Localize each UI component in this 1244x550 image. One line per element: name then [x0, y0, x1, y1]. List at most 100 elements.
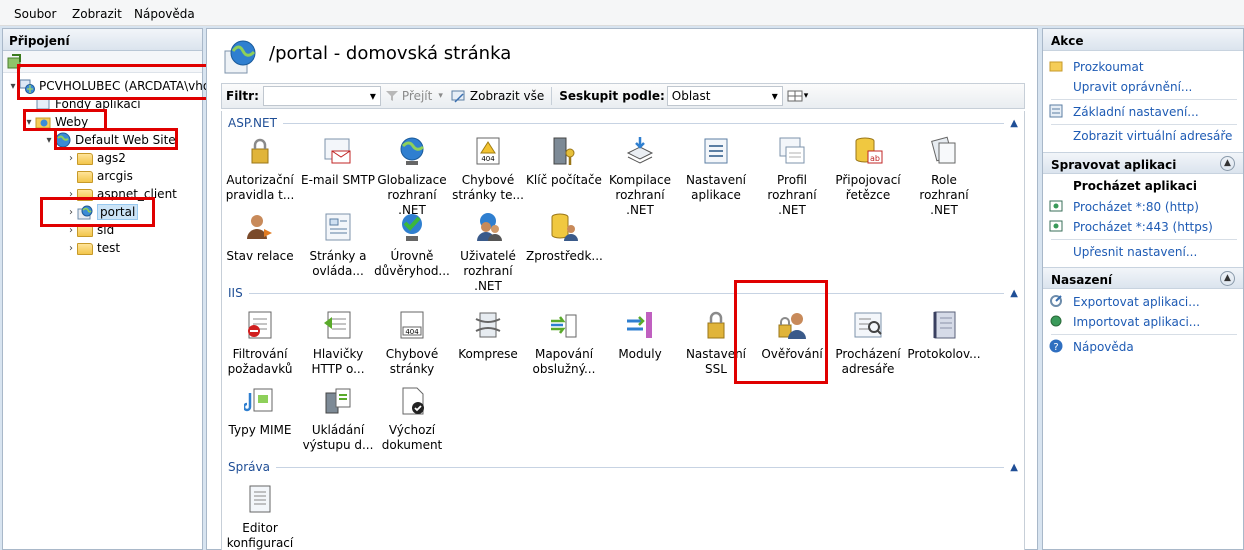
- collapse-icon[interactable]: ▾: [43, 135, 55, 146]
- section-aspnet[interactable]: ASP.NET ▲: [228, 115, 1018, 131]
- site-home-icon: [224, 40, 256, 74]
- tree-default-site[interactable]: ▾ Default Web Site: [43, 131, 176, 149]
- section-iis[interactable]: IIS ▲: [228, 285, 1018, 301]
- action-edit-permissions[interactable]: Upravit oprávnění...: [1073, 80, 1192, 94]
- expand-icon[interactable]: ›: [65, 207, 77, 218]
- menu-zobrazit[interactable]: Zobrazit: [72, 7, 122, 21]
- action-import-app[interactable]: Importovat aplikaci...: [1073, 315, 1200, 329]
- feature-directory-browsing[interactable]: Procházení adresáře: [830, 307, 906, 377]
- logging-icon: [933, 311, 956, 339]
- folder-icon: [77, 225, 93, 237]
- feature-net-compilation[interactable]: Kompilace rozhraní .NET: [602, 133, 678, 218]
- feature-net-error-pages[interactable]: 404 Chybové stránky te...: [450, 133, 526, 203]
- action-browse-https[interactable]: Procházet *:443 (https): [1073, 220, 1213, 234]
- feature-mime-types[interactable]: Typy MIME: [222, 383, 298, 438]
- features-list: ASP.NET ▲ Autorizační pravidla t... E-mai…: [221, 111, 1025, 550]
- feature-default-document[interactable]: Výchozí dokument: [374, 383, 450, 453]
- collapse-icon[interactable]: ▾: [23, 117, 35, 128]
- tree-item-test[interactable]: › test: [65, 239, 120, 257]
- view-toggle-button[interactable]: ▾: [783, 85, 813, 107]
- feature-trust-levels[interactable]: Úrovně důvěryhod...: [374, 209, 450, 279]
- database-icon: ab: [855, 137, 883, 164]
- handler-mappings-icon: [551, 314, 577, 338]
- expand-icon[interactable]: ›: [65, 189, 77, 200]
- group-by-select[interactable]: Oblast ▾: [666, 86, 783, 106]
- connections-title: Připojení: [3, 29, 202, 51]
- filter-input[interactable]: ▾: [262, 86, 381, 106]
- feature-net-users[interactable]: Uživatelé rozhraní .NET: [450, 209, 526, 294]
- feature-net-globalization[interactable]: Globalizace rozhraní .NET: [374, 133, 450, 218]
- folder-icon: [77, 171, 93, 183]
- expand-icon[interactable]: ›: [65, 243, 77, 254]
- feature-configuration-editor[interactable]: Editor konfigurací: [222, 481, 298, 550]
- feature-request-filtering[interactable]: Filtrování požadavků: [222, 307, 298, 377]
- feature-authentication[interactable]: Ověřování: [754, 307, 830, 362]
- section-management[interactable]: Správa ▲: [228, 459, 1018, 475]
- divider: [1051, 334, 1237, 335]
- tree-item-sid[interactable]: › sid: [65, 221, 114, 239]
- action-advanced-settings[interactable]: Upřesnit nastavení...: [1073, 245, 1197, 259]
- show-all-icon: [451, 90, 465, 103]
- tree-sites[interactable]: ▾ Weby: [23, 113, 88, 131]
- action-export-app[interactable]: Exportovat aplikaci...: [1073, 295, 1200, 309]
- error-page-icon: 404: [476, 137, 500, 165]
- svg-text:ab: ab: [870, 154, 880, 163]
- collapse-icon[interactable]: ▾: [7, 81, 19, 92]
- collapse-icon[interactable]: ▲: [1220, 156, 1235, 171]
- feature-connection-strings[interactable]: ab Připojovací řetězce: [830, 133, 906, 203]
- svg-text:?: ?: [1053, 342, 1058, 353]
- directory-browsing-icon: [854, 312, 882, 338]
- action-show-virtual-dirs[interactable]: Zobrazit virtuální adresáře: [1073, 129, 1232, 143]
- mime-types-icon: [244, 388, 273, 412]
- tree-item-arcgis[interactable]: arcgis: [65, 167, 133, 185]
- feature-session-state[interactable]: Stav relace: [222, 209, 298, 264]
- tree-default-site-label: Default Web Site: [75, 133, 176, 147]
- action-help[interactable]: Nápověda: [1073, 340, 1134, 354]
- feature-ssl-settings[interactable]: Nastavení SSL: [678, 307, 754, 377]
- feature-compression[interactable]: Komprese: [450, 307, 526, 362]
- deploy-header[interactable]: Nasazení ▲: [1043, 267, 1243, 289]
- feature-pages-controls[interactable]: Stránky a ovláda...: [300, 209, 376, 279]
- folder-icon: [77, 153, 93, 165]
- tree-item-ags2[interactable]: › ags2: [65, 149, 126, 167]
- expand-icon[interactable]: ›: [65, 225, 77, 236]
- tree-item-portal[interactable]: › portal: [65, 203, 139, 221]
- expand-icon[interactable]: ›: [65, 153, 77, 164]
- feature-http-headers[interactable]: Hlavičky HTTP o...: [300, 307, 376, 377]
- collapse-section-icon[interactable]: ▲: [1010, 462, 1018, 473]
- divider: [1051, 124, 1237, 125]
- connect-icon[interactable]: [7, 54, 23, 70]
- action-browse-http[interactable]: Procházet *:80 (http): [1073, 200, 1199, 214]
- divider: [1051, 239, 1237, 240]
- action-explore[interactable]: Prozkoumat: [1073, 60, 1144, 74]
- manage-app-header[interactable]: Spravovat aplikaci ▲: [1043, 152, 1243, 174]
- feature-modules[interactable]: Moduly: [602, 307, 678, 362]
- feature-app-settings[interactable]: Nastavení aplikace: [678, 133, 754, 203]
- feature-machine-key[interactable]: Klíč počítače: [526, 133, 602, 188]
- menu-soubor[interactable]: Soubor: [14, 7, 56, 21]
- tree-app-pools[interactable]: Fondy aplikací: [23, 95, 141, 113]
- tree-item-aspnet-client[interactable]: › aspnet_client: [65, 185, 177, 203]
- modules-icon: [627, 312, 652, 338]
- menu-napoveda[interactable]: Nápověda: [134, 7, 195, 21]
- feature-output-caching[interactable]: Ukládání výstupu d...: [300, 383, 376, 453]
- globe-icon: [400, 137, 424, 165]
- feature-providers[interactable]: Zprostředk...: [526, 209, 603, 264]
- tree-server[interactable]: ▾ PCVHOLUBEC (ARCDATA\vho: [7, 77, 210, 95]
- show-all-button[interactable]: Zobrazit vše: [447, 85, 548, 107]
- action-basic-settings[interactable]: Základní nastavení...: [1073, 105, 1199, 119]
- feature-authorization-rules[interactable]: Autorizační pravidla t...: [222, 133, 298, 203]
- lock-icon: [251, 138, 269, 164]
- collapse-section-icon[interactable]: ▲: [1010, 288, 1018, 299]
- collapse-icon[interactable]: ▲: [1220, 271, 1235, 286]
- feature-smtp-email[interactable]: E-mail SMTP: [300, 133, 376, 188]
- funnel-icon: [385, 91, 398, 101]
- feature-net-profile[interactable]: Profil rozhraní .NET: [754, 133, 830, 218]
- collapse-section-icon[interactable]: ▲: [1010, 118, 1018, 129]
- feature-error-pages[interactable]: 404 Chybové stránky: [374, 307, 450, 377]
- feature-logging[interactable]: Protokolov...: [906, 307, 982, 362]
- go-button[interactable]: Přejít ▾: [381, 85, 447, 107]
- feature-handler-mappings[interactable]: Mapování obslužný...: [526, 307, 602, 377]
- configuration-editor-icon: [249, 485, 271, 513]
- feature-net-roles[interactable]: Role rozhraní .NET: [906, 133, 982, 218]
